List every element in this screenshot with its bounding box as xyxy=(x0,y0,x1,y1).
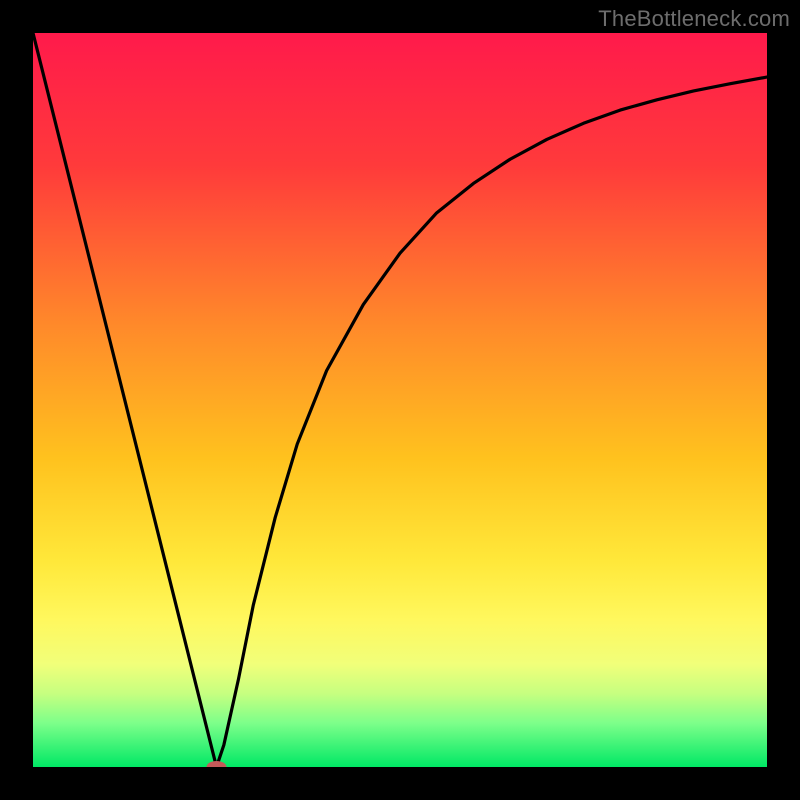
plot-area xyxy=(33,33,767,767)
gradient-curve-chart xyxy=(33,33,767,767)
gradient-background xyxy=(33,33,767,767)
watermark-label: TheBottleneck.com xyxy=(598,6,790,32)
chart-frame: TheBottleneck.com xyxy=(0,0,800,800)
